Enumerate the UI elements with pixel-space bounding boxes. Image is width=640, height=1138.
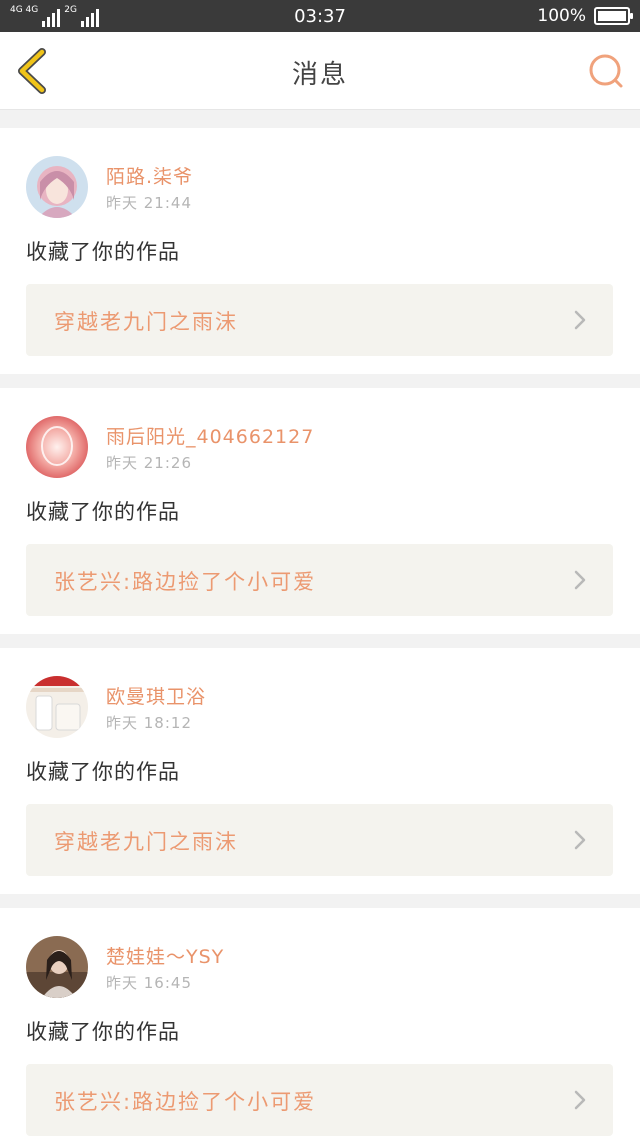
status-bar: 4G 4G 2G 03:37 100% [0, 0, 640, 32]
signal-indicators: 4G 4G 2G [10, 5, 99, 27]
message-card: 陌路.柒爷 昨天 21:44 收藏了你的作品 穿越老九门之雨沫 [0, 128, 640, 374]
search-icon [589, 54, 623, 88]
battery-percent: 100% [537, 6, 586, 26]
battery-icon [594, 7, 633, 25]
message-time: 昨天 18:12 [106, 714, 192, 732]
work-title: 张艺兴:路边捡了个小可爱 [54, 1090, 317, 1114]
work-link[interactable]: 张艺兴:路边捡了个小可爱 [26, 1064, 613, 1136]
work-link[interactable]: 穿越老九门之雨沫 [26, 804, 613, 876]
chevron-right-icon [574, 310, 586, 330]
chevron-right-icon [574, 1090, 586, 1110]
work-title: 穿越老九门之雨沫 [54, 830, 238, 854]
user-name[interactable]: 陌路.柒爷 [106, 162, 193, 189]
nav-bar: 消息 [0, 32, 640, 110]
chevron-right-icon [574, 570, 586, 590]
avatar[interactable] [26, 936, 88, 998]
avatar[interactable] [26, 676, 88, 738]
bathroom-avatar-icon [26, 676, 88, 738]
message-card: 雨后阳光_404662127 昨天 21:26 收藏了你的作品 张艺兴:路边捡了… [0, 388, 640, 634]
work-title: 穿越老九门之雨沫 [54, 310, 238, 334]
anime-girl-avatar-icon [26, 156, 88, 218]
user-name[interactable]: 雨后阳光_404662127 [106, 422, 314, 449]
portrait-avatar-icon [26, 936, 88, 998]
message-text: 收藏了你的作品 [26, 760, 180, 784]
network-type-label: 4G 4G [10, 5, 39, 15]
work-link[interactable]: 穿越老九门之雨沫 [26, 284, 613, 356]
message-time: 昨天 21:26 [106, 454, 192, 472]
signal-strength-icon [42, 9, 61, 27]
user-name[interactable]: 楚娃娃～YSY [106, 942, 224, 969]
pink-glow-avatar-icon [26, 416, 88, 478]
message-text: 收藏了你的作品 [26, 500, 180, 524]
network-type-label-2: 2G [64, 5, 77, 15]
avatar[interactable] [26, 416, 88, 478]
message-list: 陌路.柒爷 昨天 21:44 收藏了你的作品 穿越老九门之雨沫 雨后阳光_404… [0, 128, 640, 1138]
chevron-right-icon [574, 830, 586, 850]
message-text: 收藏了你的作品 [26, 1020, 180, 1044]
work-link[interactable]: 张艺兴:路边捡了个小可爱 [26, 544, 613, 616]
message-time: 昨天 16:45 [106, 974, 192, 992]
work-title: 张艺兴:路边捡了个小可爱 [54, 570, 317, 594]
search-button[interactable] [586, 52, 626, 92]
message-text: 收藏了你的作品 [26, 240, 180, 264]
avatar[interactable] [26, 156, 88, 218]
signal-strength-icon-2 [80, 9, 99, 27]
message-card: 楚娃娃～YSY 昨天 16:45 收藏了你的作品 张艺兴:路边捡了个小可爱 [0, 908, 640, 1138]
message-card: 欧曼琪卫浴 昨天 18:12 收藏了你的作品 穿越老九门之雨沫 [0, 648, 640, 894]
user-name[interactable]: 欧曼琪卫浴 [106, 682, 206, 709]
message-time: 昨天 21:44 [106, 194, 192, 212]
page-title: 消息 [291, 60, 348, 90]
battery-fill [598, 11, 626, 21]
